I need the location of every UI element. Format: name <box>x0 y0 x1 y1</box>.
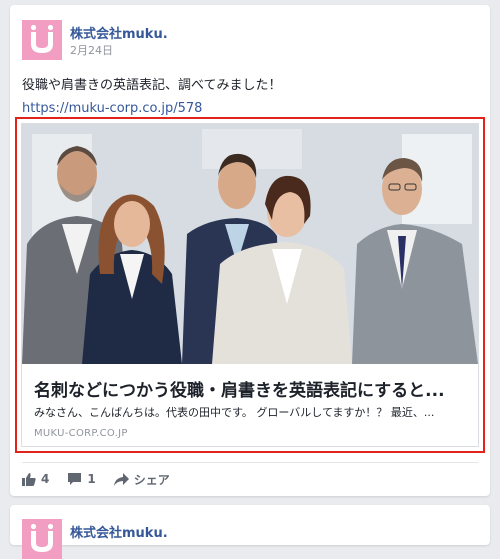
comment-count: 1 <box>87 472 96 486</box>
comment-bubble-icon <box>68 473 82 485</box>
link-preview-image[interactable] <box>22 124 478 364</box>
share-label: シェア <box>133 472 170 487</box>
post-card: 株式会社muku. 2月24日 役職や肩書きの英語表記、調べてみました！ htt… <box>10 5 490 496</box>
like-count: 4 <box>41 472 50 486</box>
thumbs-up-icon <box>22 473 36 486</box>
link-preview-card[interactable]: 名刺などにつかう役職・肩書きを英語表記にすると... みなさん、こんばんちは。代… <box>21 123 479 447</box>
page-avatar[interactable] <box>22 20 62 60</box>
share-arrow-icon <box>113 472 129 486</box>
share-button[interactable]: シェア <box>113 471 170 488</box>
link-preview-description: みなさん、こんばんちは。代表の田中です。 グローバルしてますか！？ 最近、... <box>34 406 435 419</box>
action-divider <box>22 462 478 463</box>
next-post-page-name[interactable]: 株式会社muku. <box>70 522 168 541</box>
post-message: 役職や肩書きの英語表記、調べてみました！ <box>22 78 282 93</box>
page-name-link[interactable]: 株式会社muku. <box>70 23 168 42</box>
muku-logo-icon <box>22 519 62 559</box>
link-preview-title[interactable]: 名刺などにつかう役職・肩書きを英語表記にすると... <box>34 376 470 401</box>
post-actions-bar: 4 1 シェア <box>22 469 170 489</box>
page-avatar[interactable] <box>22 519 62 559</box>
business-team-photo <box>22 124 478 364</box>
like-button[interactable]: 4 <box>22 472 49 486</box>
post-url-link[interactable]: https://muku-corp.co.jp/578 <box>22 101 202 116</box>
post-timestamp[interactable]: 2月24日 <box>70 42 113 58</box>
comment-button[interactable]: 1 <box>67 472 96 486</box>
muku-logo-icon <box>22 20 62 60</box>
next-post-card: 株式会社muku. <box>10 505 490 559</box>
link-preview-domain: MUKU-CORP.CO.JP <box>34 428 128 439</box>
